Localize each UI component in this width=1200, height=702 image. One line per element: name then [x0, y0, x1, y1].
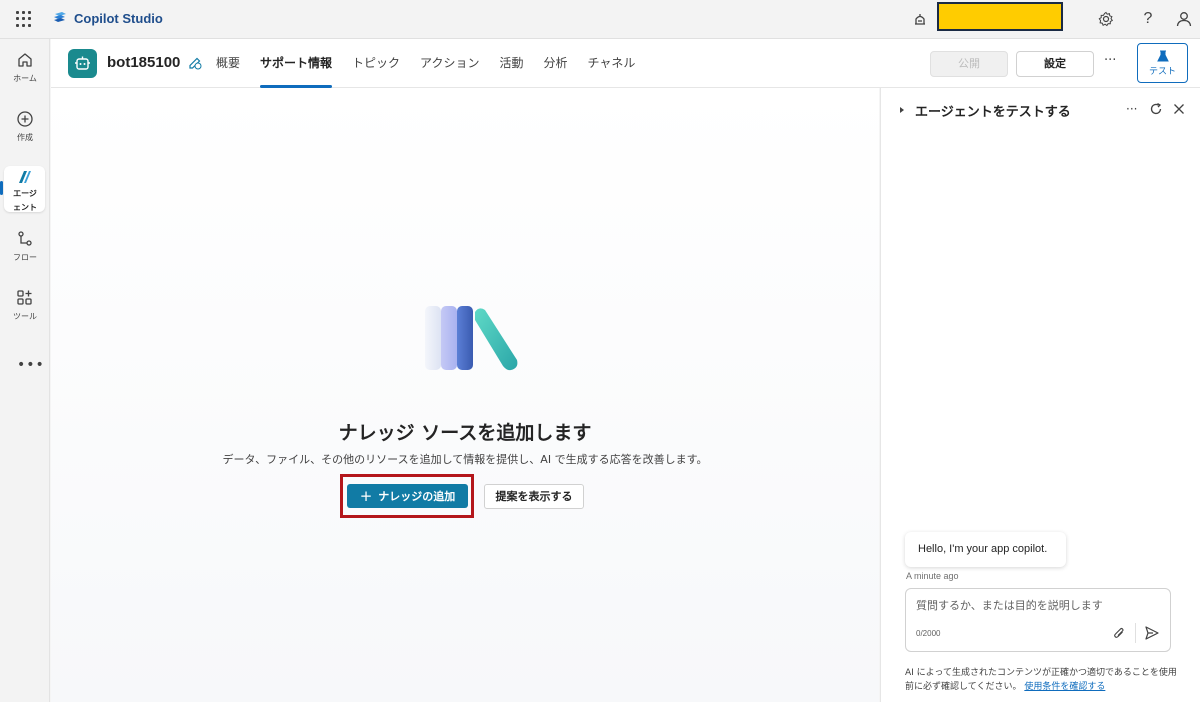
nav-more-icon[interactable]: ••• — [17, 357, 45, 373]
flow-icon — [18, 231, 32, 246]
nav-label-agents: エージ ェント — [0, 187, 50, 215]
nav-label-agents-line2: ェント — [13, 203, 37, 212]
nav-label-home: ホーム — [13, 74, 37, 83]
chat-composer: 0/2000 — [905, 588, 1171, 652]
test-agent-panel: エージェントをテストする ··· Hello, I'm your app cop… — [880, 88, 1200, 702]
char-count: 0/2000 — [916, 629, 941, 638]
panel-more-icon[interactable]: ··· — [1126, 102, 1137, 116]
create-icon — [17, 111, 33, 127]
waffle-icon[interactable] — [16, 11, 32, 27]
header-more-icon[interactable]: ··· — [1104, 53, 1116, 68]
tab-knowledge[interactable]: サポート情報 — [260, 39, 333, 88]
flask-icon — [1156, 50, 1169, 62]
tab-channels[interactable]: チャネル — [587, 39, 635, 88]
bot-icon — [75, 56, 90, 70]
publish-button[interactable]: 公開 — [930, 51, 1008, 77]
tools-icon — [17, 290, 32, 305]
knowledge-title: ナレッジ ソースを追加します — [338, 422, 592, 444]
nav-label-create: 作成 — [17, 133, 33, 142]
test-panel-title: エージェントをテストする — [915, 105, 1071, 120]
nav-label-tools: ツール — [13, 312, 37, 321]
copilot-studio-logo — [54, 12, 66, 22]
ai-disclaimer: AI によって生成されたコンテンツが正確かつ適切であることを使用前に必ず確認して… — [905, 666, 1185, 694]
left-nav: ホーム 作成 エージ ェント フロー ツール ••• — [0, 39, 50, 702]
message-timestamp: A minute ago — [906, 571, 959, 581]
settings-button[interactable]: 設定 — [1016, 51, 1094, 77]
attach-icon[interactable] — [1113, 626, 1126, 640]
knowledge-books-illustration — [425, 306, 518, 371]
top-bar: Copilot Studio ? — [0, 0, 1200, 39]
agent-header: bot185100 概要 サポート情報 トピック アクション 活動 分析 チャネ… — [51, 39, 1200, 88]
show-suggestions-button[interactable]: 提案を表示する — [484, 484, 584, 509]
send-icon[interactable] — [1144, 625, 1160, 641]
tab-topics[interactable]: トピック — [352, 39, 400, 88]
app-name: Copilot Studio — [74, 10, 163, 26]
tab-overview[interactable]: 概要 — [216, 39, 240, 88]
terms-link[interactable]: 使用条件を確認する — [1024, 682, 1105, 692]
close-icon[interactable] — [1172, 102, 1186, 116]
bot-message: Hello, I'm your app copilot. — [905, 532, 1066, 567]
tab-actions[interactable]: アクション — [420, 39, 479, 88]
edit-icon[interactable] — [188, 56, 202, 70]
bot-avatar — [68, 49, 97, 78]
add-knowledge-label: ナレッジの追加 — [378, 490, 456, 503]
nav-item-create[interactable]: 作成 — [0, 110, 50, 143]
settings-icon[interactable] — [1097, 10, 1115, 28]
refresh-icon[interactable] — [1149, 102, 1163, 116]
nav-item-agents[interactable]: エージ ェント — [0, 169, 50, 215]
account-icon[interactable] — [1175, 10, 1193, 28]
tab-analytics[interactable]: 分析 — [543, 39, 567, 88]
environment-icon[interactable] — [912, 11, 928, 27]
test-button-label: テスト — [1148, 67, 1176, 77]
knowledge-main: ナレッジ ソースを追加します データ、ファイル、その他のリソースを追加して情報を… — [51, 88, 879, 702]
collapse-caret-icon[interactable] — [900, 107, 904, 113]
agent-tabs: 概要 サポート情報 トピック アクション 活動 分析 チャネル — [216, 39, 655, 88]
help-icon[interactable]: ? — [1139, 10, 1157, 28]
chat-input[interactable] — [916, 599, 1146, 612]
add-knowledge-button[interactable]: + ナレッジの追加 — [347, 484, 468, 508]
environment-selector[interactable] — [937, 2, 1063, 31]
test-button[interactable]: テスト — [1137, 43, 1188, 83]
knowledge-description: データ、ファイル、その他のリソースを追加して情報を提供し、AI で生成する応答を… — [222, 453, 708, 466]
nav-item-home[interactable]: ホーム — [0, 51, 50, 84]
brand[interactable]: Copilot Studio — [52, 10, 163, 26]
nav-item-flow[interactable]: フロー — [0, 230, 50, 263]
agents-icon — [19, 171, 31, 183]
bot-name: bot185100 — [107, 54, 181, 71]
nav-label-agents-line1: エージ — [13, 189, 37, 198]
home-icon — [18, 53, 32, 67]
plus-icon: + — [359, 486, 373, 505]
nav-item-tools[interactable]: ツール — [0, 289, 50, 322]
tab-activity[interactable]: 活動 — [499, 39, 523, 88]
composer-divider — [1135, 623, 1136, 643]
nav-label-flow: フロー — [13, 253, 37, 262]
